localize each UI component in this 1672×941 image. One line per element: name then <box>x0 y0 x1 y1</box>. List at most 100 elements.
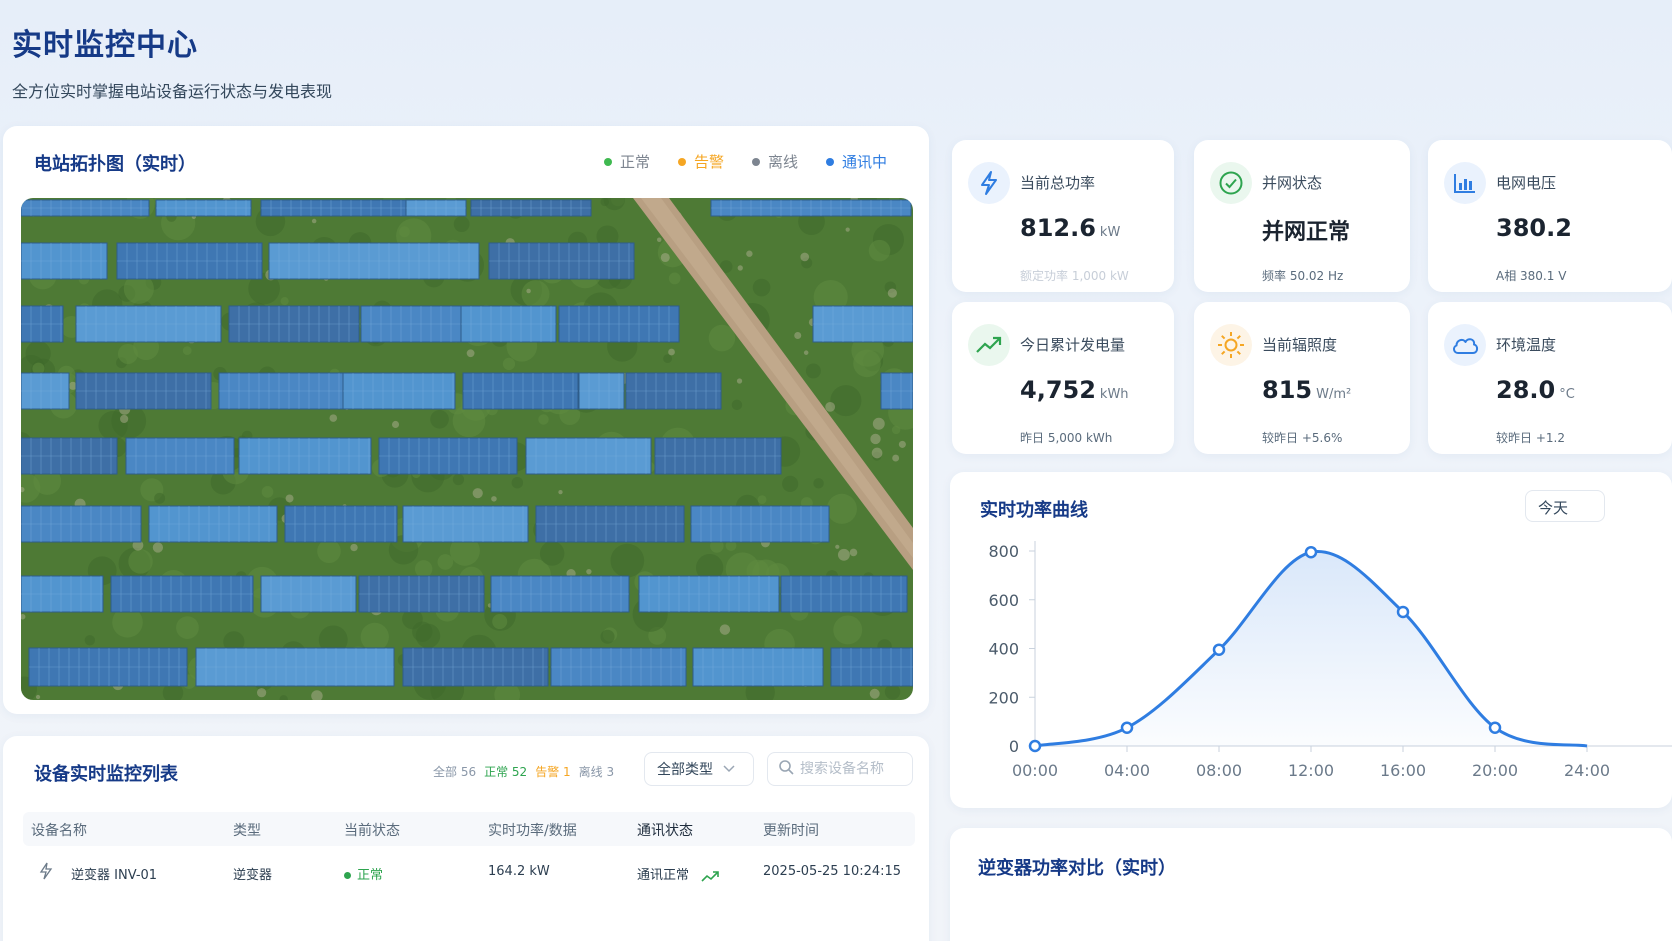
trend-up-icon <box>701 870 719 882</box>
device-status-label: 正常 <box>357 868 384 883</box>
kpi-sub: 较昨日 +5.6% <box>1262 431 1343 445</box>
legend-dot-icon <box>751 157 760 166</box>
data-point <box>1028 739 1042 753</box>
legend-offline: 离线 <box>751 151 798 172</box>
kpi-card-total-power[interactable]: 当前总功率 812.6 kW 额定功率 1,000 kW <box>952 140 1174 292</box>
column-header[interactable]: 当前状态 <box>344 820 400 840</box>
device-status: 正常 <box>344 864 383 883</box>
device-list-card: 设备实时监控列表 全部 56 正常 52 告警 1 离线 3 全部类型 设备名称… <box>3 736 929 941</box>
page-title: 实时监控中心 <box>12 28 198 63</box>
y-tick-label: 600 <box>988 591 1019 610</box>
y-tick-label: 800 <box>988 542 1019 561</box>
kpi-value: 815 W/m² <box>1262 376 1351 404</box>
column-header[interactable]: 设备名称 <box>31 820 87 840</box>
data-point <box>1396 605 1410 619</box>
kpi-unit: kWh <box>1099 387 1129 402</box>
count-all[interactable]: 全部 56 <box>433 763 476 780</box>
search-input[interactable] <box>800 761 910 777</box>
data-point <box>1488 721 1502 734</box>
device-list-title: 设备实时监控列表 <box>34 764 178 785</box>
kpi-card-grid-voltage[interactable]: 电网电压 380.2 A相 380.1 V <box>1428 140 1672 292</box>
legend-label: 通讯中 <box>841 153 887 171</box>
kpi-value-text: 并网正常 <box>1262 220 1351 245</box>
page-header: 实时监控中心 全方位实时掌握电站设备运行状态与发电表现 <box>12 20 332 102</box>
count-alarm[interactable]: 告警 1 <box>535 763 570 780</box>
kpi-value-number: 4,752 <box>1020 376 1096 404</box>
x-tick-label: 08:00 <box>1196 761 1242 780</box>
data-point <box>1304 545 1318 559</box>
kpi-card-irradiance[interactable]: 当前辐照度 815 W/m² 较昨日 +5.6% <box>1194 302 1410 454</box>
kpi-label: 当前辐照度 <box>1262 336 1338 354</box>
device-search[interactable] <box>767 752 913 786</box>
kpi-sub: 额定功率 1,000 kW <box>1020 269 1129 283</box>
legend-label: 告警 <box>693 153 724 171</box>
x-tick-label: 04:00 <box>1104 761 1150 780</box>
device-count-summary: 全部 56 正常 52 告警 1 离线 3 <box>433 763 614 780</box>
legend-dot-icon <box>603 157 612 166</box>
status-legend: 正常 告警 离线 通讯中 <box>603 151 887 172</box>
page-subtitle: 全方位实时掌握电站设备运行状态与发电表现 <box>12 82 333 101</box>
kpi-value-number: 812.6 <box>1020 214 1096 242</box>
column-header[interactable]: 类型 <box>233 820 261 840</box>
inverter-icon <box>39 862 53 884</box>
device-power: 164.2 kW <box>488 864 550 879</box>
kpi-value: 812.6 kW <box>1020 214 1120 242</box>
x-tick-label: 16:00 <box>1380 761 1426 780</box>
legend-dot-icon <box>677 157 686 166</box>
y-tick-label: 400 <box>988 640 1019 659</box>
device-name: 逆变器 INV-01 <box>71 868 158 883</box>
legend-dot-icon <box>825 157 834 166</box>
data-point <box>1120 721 1134 734</box>
kpi-card-ambient-temperature[interactable]: 环境温度 28.0 °C 较昨日 +1.2 <box>1428 302 1672 454</box>
count-offline[interactable]: 离线 3 <box>579 763 614 780</box>
count-normal[interactable]: 正常 52 <box>484 763 527 780</box>
kpi-value-number: 380.2 <box>1496 214 1572 242</box>
comm-status: 通讯正常 <box>637 864 719 883</box>
kpi-card-daily-energy[interactable]: 今日累计发电量 4,752 kWh 昨日 5,000 kWh <box>952 302 1174 454</box>
kpi-label: 今日累计发电量 <box>1020 336 1126 354</box>
kpi-sub: 频率 50.02 Hz <box>1262 269 1344 283</box>
power-curve-card: 实时功率曲线 今天 0 200 400 600 800 00:00 04:00 08:00 12… <box>950 472 1672 808</box>
chevron-down-icon <box>723 762 735 776</box>
status-dot-icon <box>344 872 351 879</box>
device-type-select[interactable]: 全部类型 <box>644 752 754 786</box>
solar-field-map <box>21 198 913 700</box>
topology-card: 电站拓扑图（实时） 正常 告警 离线 通讯中 <box>3 126 929 714</box>
inverter-compare-card: 逆变器功率对比（实时） <box>950 828 1672 941</box>
device-type-value: 全部类型 <box>657 762 713 778</box>
kpi-value-number: 815 <box>1262 376 1313 404</box>
kpi-value: 4,752 kWh <box>1020 376 1129 404</box>
sun-icon <box>1210 324 1252 366</box>
solar-plant-aerial-image[interactable] <box>21 198 913 700</box>
kpi-card-grid-status[interactable]: 并网状态 并网正常 频率 50.02 Hz <box>1194 140 1410 292</box>
trend-up-icon <box>968 324 1010 366</box>
device-type: 逆变器 <box>233 868 273 883</box>
kpi-sub: A相 380.1 V <box>1496 269 1567 283</box>
table-row[interactable]: 逆变器 INV-01 逆变器 正常 164.2 kW 通讯正常 2025-05-… <box>23 860 915 888</box>
power-area <box>1035 551 1587 746</box>
legend-normal: 正常 <box>603 151 650 172</box>
kpi-sub: 较昨日 +1.2 <box>1496 431 1565 445</box>
search-icon <box>778 759 794 779</box>
topology-title: 电站拓扑图（实时） <box>34 154 196 175</box>
table-header: 设备名称 类型 当前状态 实时功率/数据 通讯状态 更新时间 <box>23 812 915 846</box>
kpi-label: 并网状态 <box>1262 174 1323 192</box>
bar-chart-icon <box>1444 162 1486 204</box>
data-point <box>1212 643 1226 656</box>
column-header[interactable]: 通讯状态 <box>637 820 693 840</box>
kpi-value: 380.2 <box>1496 214 1572 242</box>
kpi-value: 并网正常 <box>1262 214 1350 246</box>
kpi-label: 当前总功率 <box>1020 174 1096 192</box>
kpi-unit: W/m² <box>1316 387 1352 402</box>
kpi-sub: 昨日 5,000 kWh <box>1020 431 1113 445</box>
inverter-compare-title: 逆变器功率对比（实时） <box>978 858 1176 879</box>
y-tick-label: 0 <box>1009 737 1019 756</box>
comm-status-label: 通讯正常 <box>637 868 690 883</box>
legend-label: 正常 <box>619 153 650 171</box>
x-tick-label: 20:00 <box>1472 761 1518 780</box>
kpi-unit: kW <box>1099 225 1121 240</box>
kpi-value-number: 28.0 <box>1496 376 1556 404</box>
y-tick-label: 200 <box>988 688 1019 707</box>
column-header[interactable]: 更新时间 <box>763 820 819 840</box>
column-header[interactable]: 实时功率/数据 <box>488 820 577 840</box>
